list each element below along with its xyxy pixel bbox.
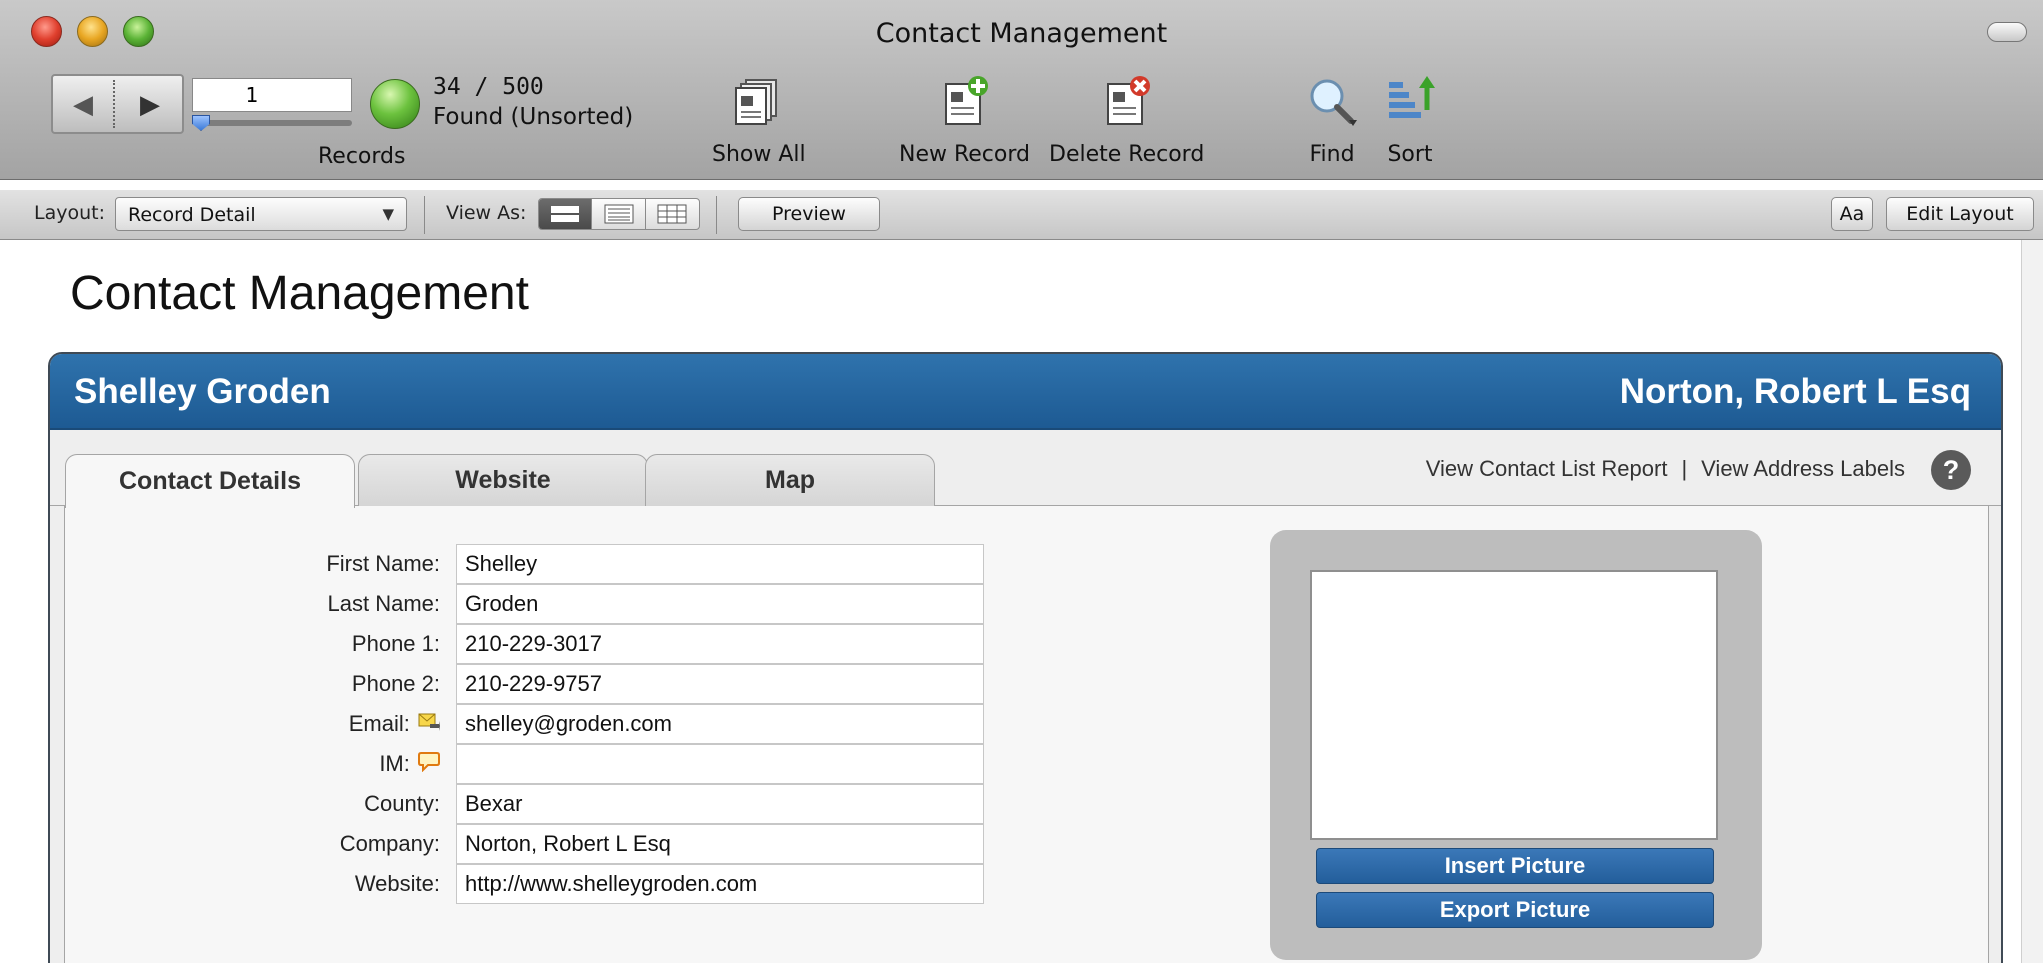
field-row-company: Company: Norton, Robert L Esq	[160, 824, 1040, 864]
help-icon[interactable]: ?	[1931, 450, 1971, 490]
layout-dropdown-value: Record Detail	[128, 204, 256, 226]
records-label: Records	[318, 144, 406, 169]
export-picture-button[interactable]: Export Picture	[1316, 892, 1714, 928]
form-view-button[interactable]	[539, 199, 593, 229]
page-title: Contact Management	[70, 267, 529, 320]
status-toolbar: Layout: Record Detail ▼ View As: Preview…	[0, 190, 2043, 240]
field-row-phone-2: Phone 2: 210-229-9757	[160, 664, 1040, 704]
window-right-edge	[2021, 240, 2043, 963]
sort-label: Sort	[1387, 142, 1433, 167]
record-number-input[interactable]: 1	[192, 78, 352, 112]
first-name-label: First Name:	[326, 551, 440, 576]
view-address-labels-link[interactable]: View Address Labels	[1701, 456, 1905, 481]
field-row-last-name: Last Name: Groden	[160, 584, 1040, 624]
insert-picture-button[interactable]: Insert Picture	[1316, 848, 1714, 884]
tab-contact-details[interactable]: Contact Details	[65, 454, 355, 508]
layout-label: Layout:	[34, 202, 105, 224]
field-row-phone-1: Phone 1: 210-229-3017	[160, 624, 1040, 664]
phone-2-field[interactable]: 210-229-9757	[456, 664, 984, 704]
record-slider-thumb[interactable]	[192, 115, 210, 131]
im-label: IM:	[379, 751, 410, 776]
divider	[424, 196, 425, 234]
record-navigator: ◀ ▶	[51, 74, 184, 134]
record-slider[interactable]	[196, 120, 352, 126]
sort-icon	[1383, 74, 1437, 128]
field-row-im: IM:	[160, 744, 1040, 784]
view-as-segmented-control	[538, 198, 700, 230]
layout-dropdown[interactable]: Record Detail ▼	[115, 197, 407, 231]
first-name-field[interactable]: Shelley	[456, 544, 984, 584]
email-label: Email:	[348, 711, 410, 736]
contact-card: Shelley Groden Norton, Robert L Esq Cont…	[48, 352, 2003, 963]
contact-name: Shelley Groden	[74, 372, 331, 411]
view-as-label: View As:	[446, 202, 527, 224]
show-all-label: Show All	[712, 142, 806, 167]
tab-map[interactable]: Map	[645, 454, 935, 506]
show-all-icon	[732, 74, 786, 128]
last-name-label: Last Name:	[327, 591, 441, 616]
show-all-button[interactable]: Show All	[712, 74, 806, 167]
company-label: Company:	[339, 831, 440, 856]
view-contact-list-report-link[interactable]: View Contact List Report	[1426, 456, 1668, 481]
delete-record-button[interactable]: Delete Record	[1049, 74, 1204, 167]
email-field[interactable]: shelley@groden.com	[456, 704, 984, 744]
new-record-icon	[938, 74, 992, 128]
im-field[interactable]	[456, 744, 984, 784]
county-label: County:	[364, 791, 440, 816]
field-row-county: County: Bexar	[160, 784, 1040, 824]
find-button[interactable]: Find	[1305, 74, 1359, 167]
field-row-email: Email: shelley@groden.com	[160, 704, 1040, 744]
im-label-group: IM:	[379, 744, 440, 784]
dropdown-arrow-icon: ▼	[382, 205, 394, 223]
window-toolbar: Contact Management ◀ ▶ 1 34 / 500 Found …	[0, 0, 2043, 180]
divider	[716, 196, 717, 234]
email-label-group: Email:	[349, 704, 440, 744]
last-name-field[interactable]: Groden	[456, 584, 984, 624]
contact-header: Shelley Groden Norton, Robert L Esq	[50, 354, 2001, 430]
list-view-icon	[604, 204, 634, 224]
picture-field[interactable]	[1310, 570, 1718, 840]
company-field[interactable]: Norton, Robert L Esq	[456, 824, 984, 864]
table-view-icon	[657, 204, 687, 224]
website-field[interactable]: http://www.shelleygroden.com	[456, 864, 984, 904]
found-count: 34 / 500	[433, 74, 544, 100]
found-set-indicator-icon	[370, 79, 420, 129]
magnifier-icon	[1305, 74, 1359, 128]
list-view-button[interactable]	[592, 199, 646, 229]
new-record-button[interactable]: New Record	[899, 74, 1030, 167]
edit-layout-button[interactable]: Edit Layout	[1886, 197, 2034, 231]
form-view-icon	[551, 206, 580, 222]
phone-1-label: Phone 1:	[351, 631, 440, 656]
report-links: View Contact List Report | View Address La…	[1426, 456, 1905, 482]
window-title: Contact Management	[875, 18, 1168, 49]
next-record-button[interactable]: ▶	[120, 76, 180, 132]
field-row-website: Website: http://www.shelleygroden.com	[160, 864, 1040, 904]
link-separator: |	[1681, 456, 1688, 481]
table-view-button[interactable]	[646, 199, 699, 229]
website-label: Website:	[354, 871, 440, 896]
phone-2-label: Phone 2:	[351, 671, 440, 696]
found-status: Found (Unsorted)	[433, 104, 634, 130]
chat-bubble-icon[interactable]	[418, 745, 440, 785]
send-email-icon[interactable]	[418, 705, 440, 745]
contact-company: Norton, Robert L Esq	[1619, 372, 1971, 411]
field-row-first-name: First Name: Shelley	[160, 544, 1040, 584]
sort-button[interactable]: Sort	[1383, 74, 1437, 167]
find-label: Find	[1309, 142, 1355, 167]
toolbar-toggle-button[interactable]	[1987, 22, 2027, 42]
delete-record-label: Delete Record	[1049, 142, 1205, 167]
previous-record-button[interactable]: ◀	[53, 76, 113, 132]
new-record-label: New Record	[899, 142, 1030, 167]
phone-1-field[interactable]: 210-229-3017	[456, 624, 984, 664]
county-field[interactable]: Bexar	[456, 784, 984, 824]
picture-container: Insert Picture Export Picture	[1270, 530, 1762, 960]
delete-record-icon	[1100, 74, 1154, 128]
text-format-button[interactable]: Aa	[1831, 197, 1873, 231]
tab-website[interactable]: Website	[358, 454, 648, 506]
preview-button[interactable]: Preview	[738, 197, 880, 231]
